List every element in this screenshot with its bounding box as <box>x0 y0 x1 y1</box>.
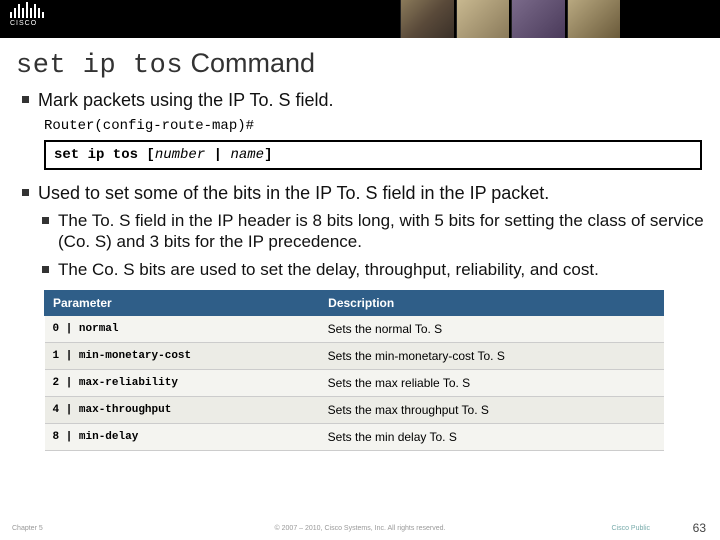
bullet-item: Used to set some of the bits in the IP T… <box>22 182 710 205</box>
header-photo <box>400 0 454 38</box>
bullet-subitem: The Co. S bits are used to set the delay… <box>42 259 710 280</box>
slide-title: set ip tos Command <box>16 48 704 81</box>
footer-chapter: Chapter 5 <box>12 525 43 532</box>
header-photo <box>567 0 621 38</box>
syntax-arg: number <box>155 147 205 163</box>
table-header-parameter: Parameter <box>45 290 320 315</box>
syntax-pipe: | <box>205 147 230 163</box>
header-photo-strip <box>400 0 620 38</box>
cisco-logo-text: CISCO <box>10 20 44 27</box>
footer-copyright: © 2007 – 2010, Cisco Systems, Inc. All r… <box>275 525 446 532</box>
header-photo <box>456 0 510 38</box>
cisco-bars-icon <box>10 2 44 18</box>
parameter-table: Parameter Description 0 | normal Sets th… <box>44 290 664 451</box>
title-command: set ip tos <box>16 51 183 81</box>
syntax-bracket: [ <box>146 147 154 163</box>
bullet-sublist: The To. S field in the IP header is 8 bi… <box>42 210 710 280</box>
bullet-list: Used to set some of the bits in the IP T… <box>22 182 710 205</box>
slide-content: Mark packets using the IP To. S field. R… <box>0 89 720 451</box>
router-prompt: Router(config-route-map)# <box>44 118 710 134</box>
table-row: 0 | normal Sets the normal To. S <box>45 315 664 342</box>
table-cell-desc: Sets the min-monetary-cost To. S <box>320 342 664 369</box>
footer-page-number: 63 <box>693 521 706 535</box>
table-cell-param: 0 | normal <box>45 315 320 342</box>
table-cell-desc: Sets the min delay To. S <box>320 423 664 450</box>
table-cell-param: 4 | max-throughput <box>45 396 320 423</box>
table-row: 8 | min-delay Sets the min delay To. S <box>45 423 664 450</box>
syntax-bracket: ] <box>264 147 272 163</box>
footer: Chapter 5 © 2007 – 2010, Cisco Systems, … <box>0 520 720 536</box>
table-cell-param: 8 | min-delay <box>45 423 320 450</box>
table-header-description: Description <box>320 290 664 315</box>
table-cell-param: 1 | min-monetary-cost <box>45 342 320 369</box>
table-cell-desc: Sets the max throughput To. S <box>320 396 664 423</box>
syntax-box: set ip tos [number | name] <box>44 140 702 170</box>
table-row: 4 | max-throughput Sets the max throughp… <box>45 396 664 423</box>
bullet-list: Mark packets using the IP To. S field. <box>22 89 710 112</box>
table-cell-desc: Sets the max reliable To. S <box>320 369 664 396</box>
table-cell-param: 2 | max-reliability <box>45 369 320 396</box>
bullet-item: Mark packets using the IP To. S field. <box>22 89 710 112</box>
cisco-logo: CISCO <box>10 2 44 27</box>
table-row: 2 | max-reliability Sets the max reliabl… <box>45 369 664 396</box>
footer-public: Cisco Public <box>611 525 650 532</box>
top-bar: CISCO <box>0 0 720 38</box>
title-suffix: Command <box>183 48 315 78</box>
syntax-cmd: set ip tos <box>54 147 146 163</box>
bullet-subitem: The To. S field in the IP header is 8 bi… <box>42 210 710 253</box>
header-photo <box>511 0 565 38</box>
table-cell-desc: Sets the normal To. S <box>320 315 664 342</box>
syntax-arg: name <box>230 147 264 163</box>
table-row: 1 | min-monetary-cost Sets the min-monet… <box>45 342 664 369</box>
